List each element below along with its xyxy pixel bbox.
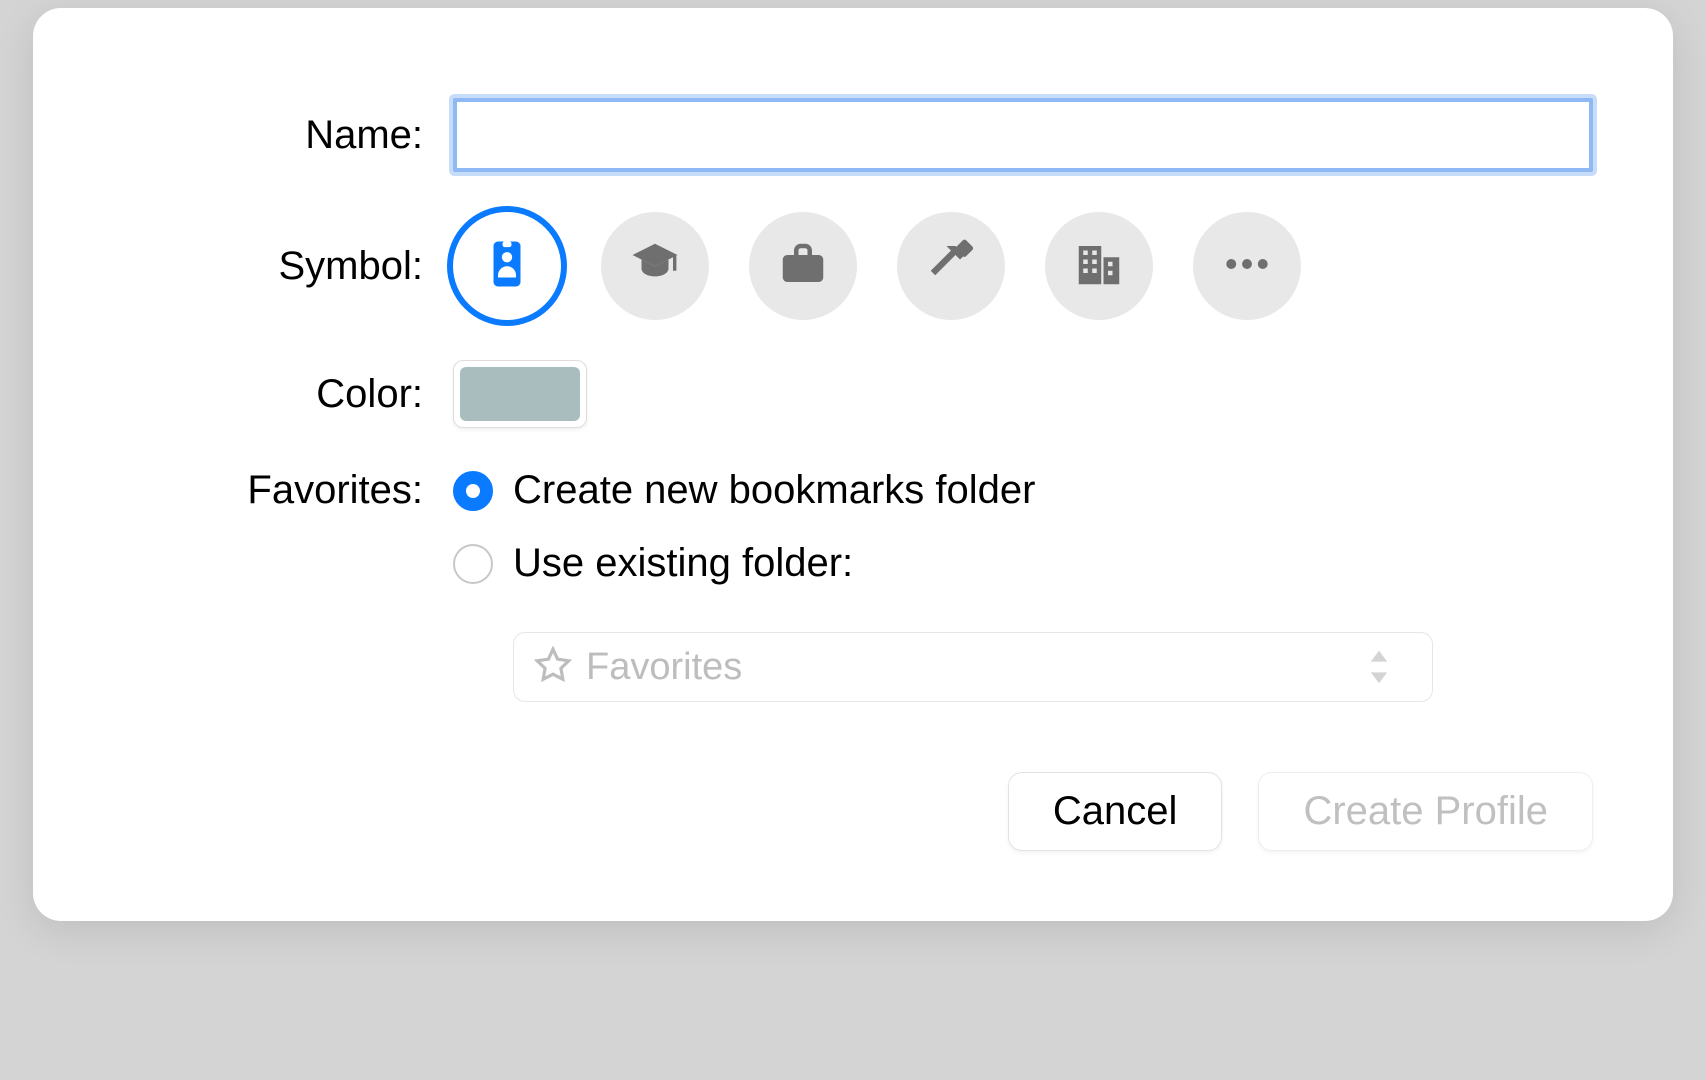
radio-use-existing[interactable]: Use existing folder: [453, 541, 1593, 586]
buildings-icon [1072, 237, 1126, 296]
color-swatch [460, 367, 580, 421]
radio-button-existing [453, 544, 493, 584]
symbol-row: Symbol: [113, 212, 1593, 320]
name-label: Name: [113, 113, 453, 158]
symbol-option-buildings[interactable] [1045, 212, 1153, 320]
name-row: Name: [113, 98, 1593, 172]
symbol-option-more[interactable] [1193, 212, 1301, 320]
favorites-radio-group: Create new bookmarks folder Use existing… [453, 468, 1593, 702]
hammer-icon [924, 237, 978, 296]
symbol-option-hammer[interactable] [897, 212, 1005, 320]
cancel-button[interactable]: Cancel [1008, 772, 1223, 851]
graduation-cap-icon [628, 237, 682, 296]
radio-label-existing: Use existing folder: [513, 541, 853, 586]
chevron-up-down-icon [1360, 648, 1412, 686]
color-picker[interactable] [453, 360, 587, 428]
create-profile-button[interactable]: Create Profile [1258, 772, 1593, 851]
color-row: Color: [113, 360, 1593, 428]
briefcase-icon [776, 237, 830, 296]
favorites-label: Favorites: [113, 468, 453, 513]
existing-folder-select[interactable]: Favorites [513, 632, 1433, 702]
symbol-options [453, 212, 1593, 320]
badge-icon [480, 237, 534, 296]
radio-button-create [453, 471, 493, 511]
symbol-option-graduation-cap[interactable] [601, 212, 709, 320]
create-profile-dialog: Name: Symbol: [33, 8, 1673, 921]
color-label: Color: [113, 372, 453, 417]
more-icon [1220, 237, 1274, 296]
radio-label-create: Create new bookmarks folder [513, 468, 1035, 513]
favorites-row: Favorites: Create new bookmarks folder U… [113, 468, 1593, 702]
dialog-button-row: Cancel Create Profile [113, 772, 1593, 851]
symbol-option-briefcase[interactable] [749, 212, 857, 320]
folder-select-value: Favorites [586, 646, 1360, 689]
radio-create-new[interactable]: Create new bookmarks folder [453, 468, 1593, 513]
name-input[interactable] [453, 98, 1593, 172]
star-icon [534, 646, 586, 689]
symbol-label: Symbol: [113, 244, 453, 289]
symbol-option-badge[interactable] [453, 212, 561, 320]
